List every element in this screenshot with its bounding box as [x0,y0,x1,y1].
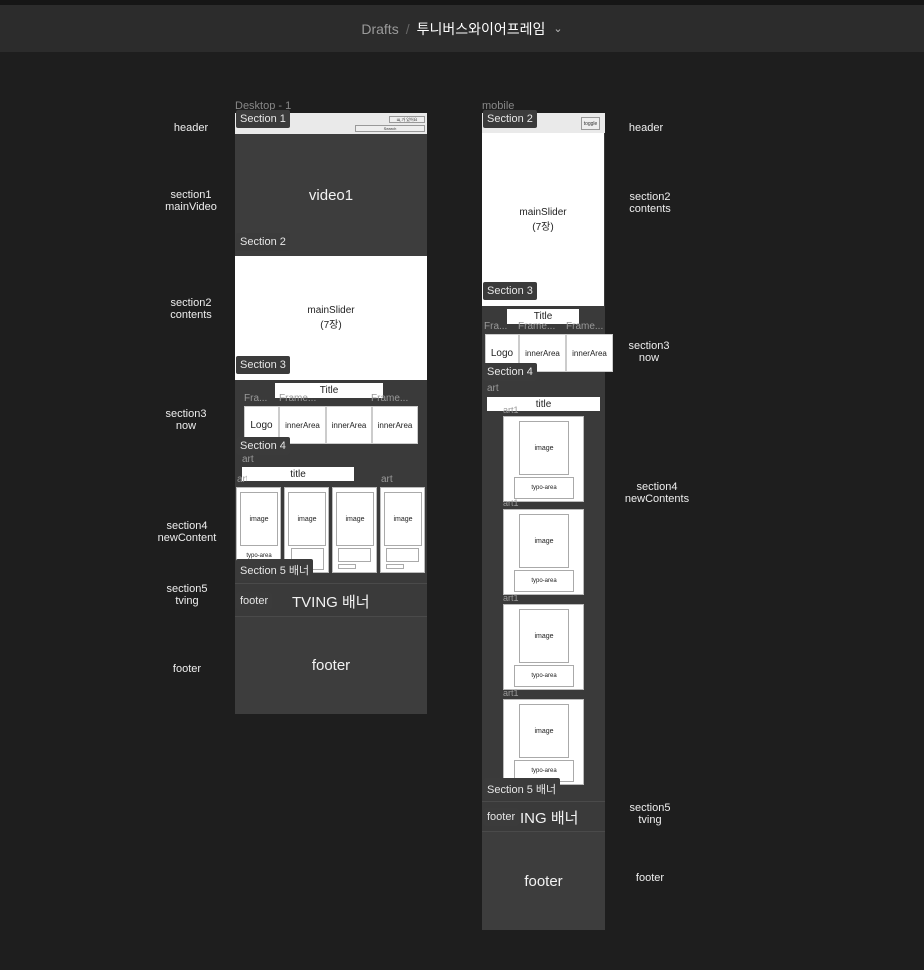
card-typo-area [338,548,371,562]
desktop-footer-chip[interactable]: footer [236,592,273,610]
desktop-inner-area: innerArea [372,406,418,444]
card-typo-area: typo-area [514,665,574,687]
card-image: image [519,704,569,758]
breadcrumb-separator: / [405,20,410,37]
note-header: header [173,122,209,134]
desktop-frame-label-3: Frame... [371,393,409,404]
desktop-tving-label: TVING 배너 [292,594,370,611]
desktop-slider-label: mainSlider [307,305,355,316]
card-image: image [288,492,326,546]
desktop-section-1-chip[interactable]: Section 1 [236,110,290,128]
mobile-tving-label: ING 배너 [520,810,579,827]
chevron-down-icon[interactable]: ⌄ [553,22,562,35]
note-mobile-footer: footer [635,872,665,884]
note-mobile-section5: section5 tving [629,802,671,826]
desktop-art-title: title [242,467,354,481]
note-section3: section3 now [165,408,207,432]
desktop-search-bar[interactable]: Search [355,125,425,132]
mobile-art-card[interactable]: image typo-area [503,699,584,785]
mobile-card-label: art1 [503,593,519,603]
mobile-frame-label-2: Frame... [518,321,556,332]
note-section2: section2 contents [170,297,212,321]
desktop-card-label: art [381,474,393,485]
mobile-slider-label: mainSlider [519,206,567,218]
note-footer: footer [172,663,202,675]
card-typo-line [386,564,404,569]
note-mobile-section2: section2 contents [629,191,671,215]
mobile-inner-area: innerArea [566,334,613,372]
mobile-section-3-chip[interactable]: Section 3 [483,282,537,300]
mobile-footer-chip[interactable]: footer [483,808,520,826]
mobile-main-slider: mainSlider (7장) [482,133,604,306]
desktop-art-card[interactable]: image [380,487,425,573]
desktop-section-2-chip[interactable]: Section 2 [236,233,290,251]
note-mobile-section4: section4 newContents [624,481,690,505]
mobile-art-card[interactable]: image typo-area [503,509,584,595]
mobile-footer: footer [482,832,605,930]
note-section1: section1 mainVideo [165,189,217,213]
card-image: image [384,492,422,546]
desktop-card-label: art [237,474,247,485]
mobile-toggle-button[interactable]: toggle [581,117,600,130]
card-image: image [519,609,569,663]
desktop-frame-label-2: Frame... [279,393,317,404]
desktop-frame-label-1: Fra... [244,393,268,404]
card-image: image [240,492,278,546]
mobile-card-label: art1 [503,405,519,415]
mobile-frame-label-3: Frame... [566,321,604,332]
breadcrumb-drafts[interactable]: Drafts [361,21,398,37]
note-section5: section5 tving [166,583,208,607]
desktop-footer: footer [235,617,427,714]
card-image: image [519,514,569,568]
card-typo-line [338,564,356,569]
card-typo-area [386,548,419,562]
mobile-art-card[interactable]: image typo-area [503,416,584,502]
mobile-card-label: art1 [503,498,519,508]
mobile-section-5-chip[interactable]: Section 5 배너 [483,778,561,800]
mobile-art-label: art [487,383,499,394]
mobile-slider-sub: (7장) [532,221,554,233]
mobile-card-label: art1 [503,688,519,698]
desktop-section-5-chip[interactable]: Section 5 배너 [236,559,314,581]
card-image: image [336,492,374,546]
note-mobile-section3: section3 now [628,340,670,364]
mobile-section-2-chip[interactable]: Section 2 [483,110,537,128]
desktop-section-3-chip[interactable]: Section 3 [236,356,290,374]
desktop-art-card[interactable]: image [332,487,377,573]
card-typo-area: typo-area [514,477,574,499]
mobile-frame-label-1: Fra... [484,321,508,332]
note-mobile-header: header [628,122,664,134]
mobile-section-4-chip[interactable]: Section 4 [483,363,537,381]
desktop-art-label: art [242,454,254,465]
breadcrumb: Drafts / 투니버스와이어프레임 ⌄ [0,5,924,52]
mobile-art-card[interactable]: image typo-area [503,604,584,690]
desktop-header-button[interactable]: Щ 가 있어요 [389,116,425,123]
desktop-slider-sub: (7장) [320,320,342,331]
card-typo-area: typo-area [514,570,574,592]
file-title[interactable]: 투니버스와이어프레임 [417,19,546,39]
desktop-inner-area: innerArea [326,406,372,444]
card-image: image [519,421,569,475]
desktop-section-4-chip[interactable]: Section 4 [236,437,290,455]
note-section4: section4 newContent [157,520,217,544]
